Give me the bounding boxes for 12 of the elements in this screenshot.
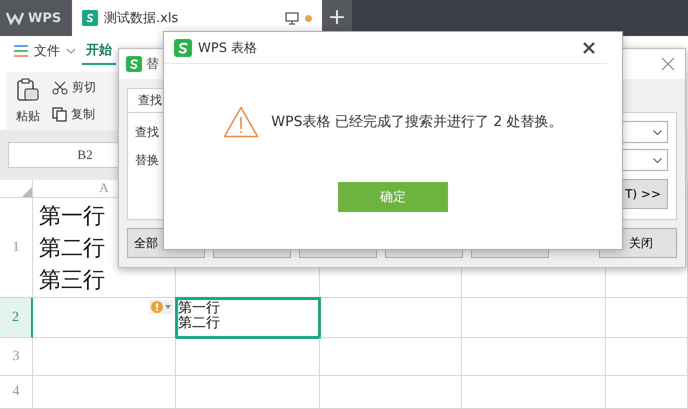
document-name: 测试数据.xls: [104, 10, 178, 27]
cell-text: 第一行: [178, 301, 220, 316]
dialog-title: 替: [146, 56, 159, 73]
field-label: 替换: [135, 152, 159, 168]
cell-text: 第二行: [39, 234, 105, 262]
cell-text: 第二行: [178, 316, 220, 331]
dialog-title: WPS 表格: [198, 40, 258, 56]
cell-text: 第三行: [39, 266, 105, 294]
cell-text: 第一行: [39, 202, 105, 230]
message-text: WPS表格 已经完成了搜索并进行了 2 处替换。: [271, 113, 563, 131]
field-label: 查找: [135, 124, 159, 140]
app-name: WPS: [28, 10, 62, 26]
